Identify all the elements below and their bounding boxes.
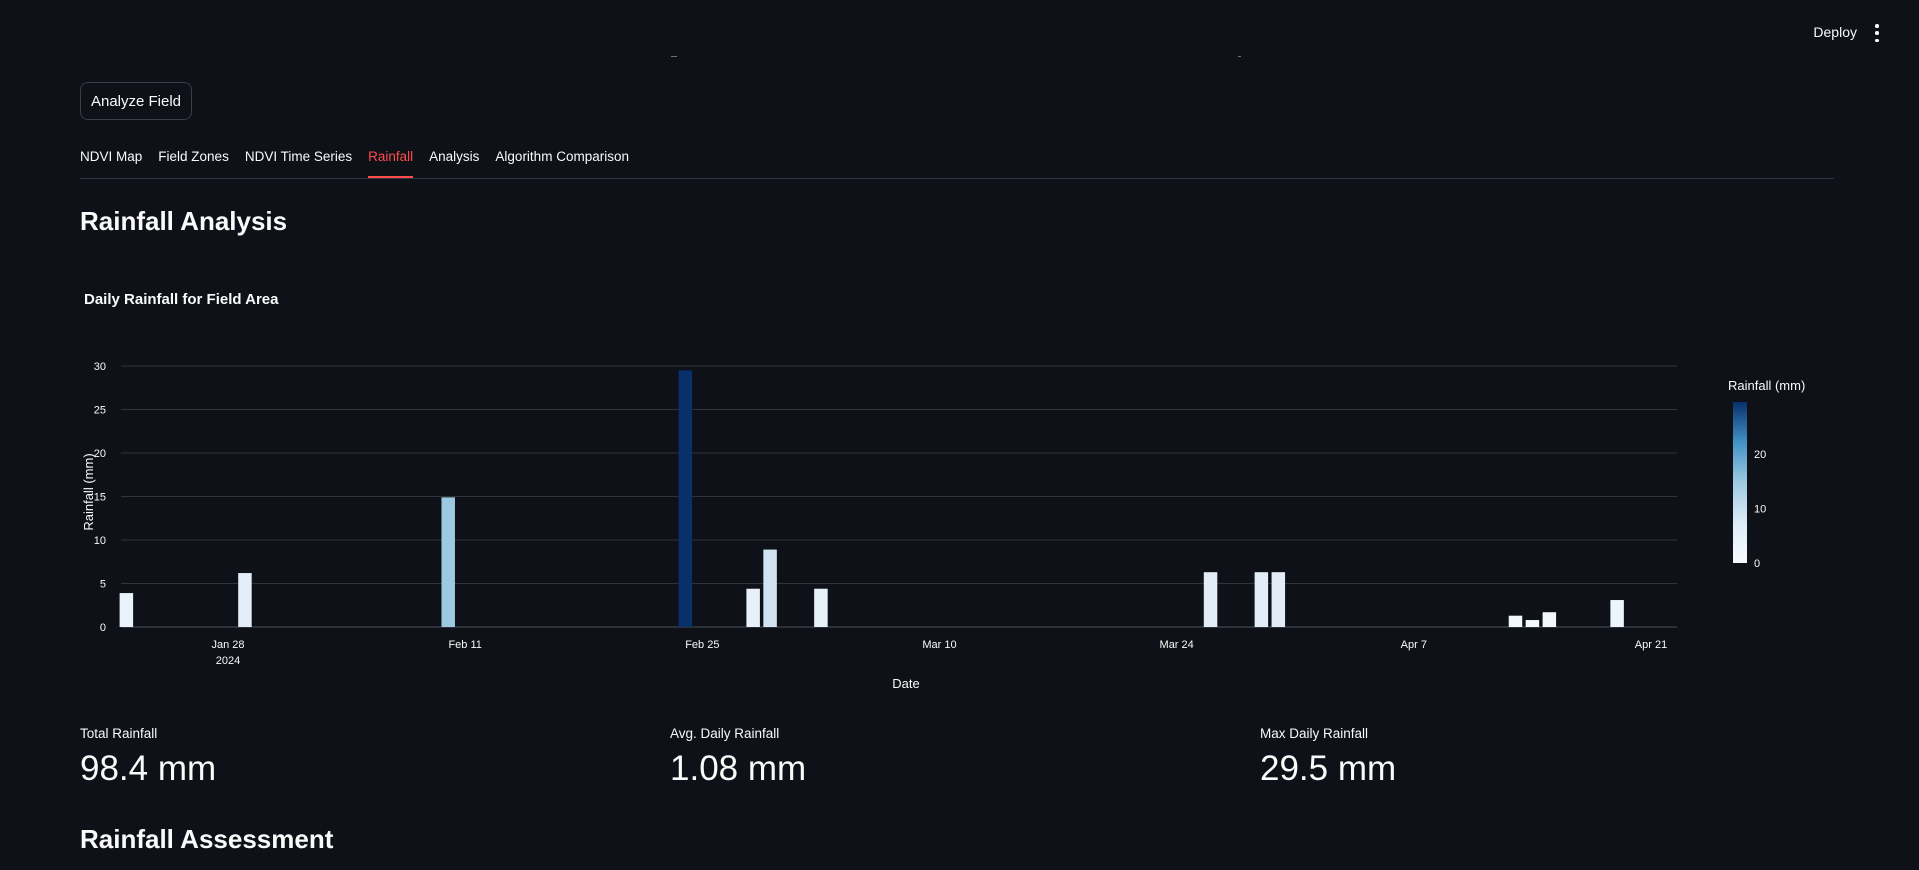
bar <box>441 497 455 627</box>
bar <box>746 588 760 627</box>
x-tick-label: Mar 24 <box>1160 639 1194 651</box>
y-axis-title: Rainfall (mm) <box>81 453 96 530</box>
bar <box>238 573 252 627</box>
metric-label: Total Rainfall <box>80 726 158 741</box>
y-tick-label: 30 <box>94 361 106 373</box>
y-tick-label: 25 <box>94 405 106 417</box>
bar <box>1542 612 1557 627</box>
y-tick-label: 0 <box>100 622 106 634</box>
bar <box>1203 572 1218 627</box>
x-tick-sublabel: 2024 <box>216 655 240 667</box>
bar <box>1271 572 1286 627</box>
x-tick-label: Apr 7 <box>1401 639 1427 651</box>
colorbar-title: Rainfall (mm) <box>1728 378 1805 393</box>
y-tick-label: 5 <box>100 579 106 591</box>
y-tick-label: 10 <box>94 535 106 547</box>
metric-value: 29.5 mm <box>1260 749 1397 788</box>
metric-value: 1.08 mm <box>670 749 807 788</box>
bar <box>763 549 777 627</box>
bar <box>1254 572 1269 627</box>
metric-value: 98.4 mm <box>80 749 217 788</box>
x-axis-title: Date <box>892 676 919 691</box>
bar <box>1525 620 1540 627</box>
x-tick-label: Apr 21 <box>1635 639 1667 651</box>
colorbar-tick-label: 20 <box>1754 449 1766 461</box>
colorbar-tick-label: 0 <box>1754 558 1760 570</box>
bar <box>119 593 134 627</box>
bar <box>1610 600 1624 627</box>
metric-label: Max Daily Rainfall <box>1260 726 1369 741</box>
assessment-title: Rainfall Assessment <box>80 824 334 854</box>
rainfall-bar-chart: 051015202530Jan 282024Feb 11 Feb 25 Mar 10… <box>81 361 1805 691</box>
bar <box>1508 615 1523 627</box>
x-tick-label: Feb 25 <box>685 639 719 651</box>
metric-total-rainfall: Total Rainfall 98.4 mm <box>80 726 216 789</box>
metric-label: Avg. Daily Rainfall <box>670 726 780 741</box>
bar <box>814 588 828 627</box>
x-tick-label: Feb 11 <box>448 639 481 651</box>
colorbar-tick-label: 10 <box>1754 503 1766 515</box>
colorbar <box>1733 402 1747 563</box>
metric-avg-daily-rainfall: Avg. Daily Rainfall 1.08 mm <box>670 726 806 789</box>
x-tick-label: Jan 28 <box>211 639 244 651</box>
metric-max-daily-rainfall: Max Daily Rainfall 29.5 mm <box>1260 726 1396 789</box>
bar <box>678 370 693 627</box>
x-tick-label: Mar 10 <box>922 639 956 651</box>
